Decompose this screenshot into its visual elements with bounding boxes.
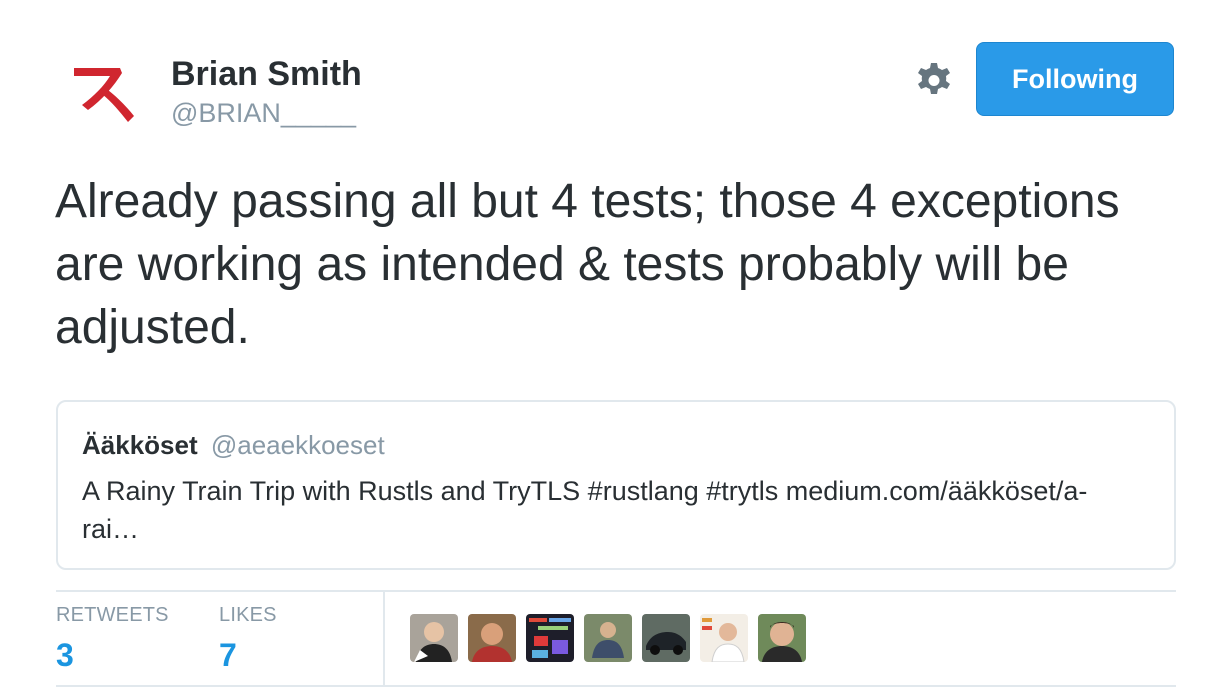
user-avatar[interactable]: [58, 50, 142, 134]
gear-icon[interactable]: [914, 60, 954, 100]
user-avatar-icon: [700, 614, 748, 662]
user-avatar-icon: [410, 614, 458, 662]
liker-avatar[interactable]: [700, 614, 748, 662]
user-avatar-icon: [758, 614, 806, 662]
liker-avatar[interactable]: [758, 614, 806, 662]
quoted-tweet-card[interactable]: Ääkköset @aeaekkoeset A Rainy Train Trip…: [56, 400, 1176, 570]
divider: [56, 685, 1176, 687]
user-full-name[interactable]: Brian Smith: [171, 55, 362, 94]
liker-avatar[interactable]: [468, 614, 516, 662]
quoted-tweet-text: A Rainy Train Trip with Rustls and TryTL…: [82, 476, 1088, 544]
user-avatar-icon: [468, 614, 516, 662]
likes-label: LIKES: [219, 604, 277, 626]
retweets-stat[interactable]: RETWEETS 3: [56, 604, 169, 674]
liker-avatar[interactable]: [584, 614, 632, 662]
liker-avatar[interactable]: [642, 614, 690, 662]
quoted-author-handle[interactable]: @aeaekkoeset: [211, 430, 385, 460]
tweet-text: Already passing all but 4 tests; those 4…: [55, 175, 1120, 354]
user-avatar-icon: [584, 614, 632, 662]
retweets-count: 3: [56, 637, 74, 673]
katakana-su-logo-icon: [58, 50, 142, 134]
divider: [56, 590, 1176, 592]
stats-divider: [383, 592, 385, 686]
quoted-tweet-header: Ääkköset @aeaekkoeset: [82, 430, 385, 461]
user-avatar-icon: [526, 614, 574, 662]
likes-stat[interactable]: LIKES 7: [219, 604, 277, 674]
user-handle[interactable]: @BRIAN_____: [171, 98, 356, 129]
liker-avatar[interactable]: [410, 614, 458, 662]
liker-avatar[interactable]: [526, 614, 574, 662]
quoted-author-name[interactable]: Ääkköset: [82, 430, 198, 460]
retweets-label: RETWEETS: [56, 604, 169, 626]
user-avatar-icon: [642, 614, 690, 662]
likes-count: 7: [219, 637, 237, 673]
following-button[interactable]: Following: [976, 42, 1174, 116]
